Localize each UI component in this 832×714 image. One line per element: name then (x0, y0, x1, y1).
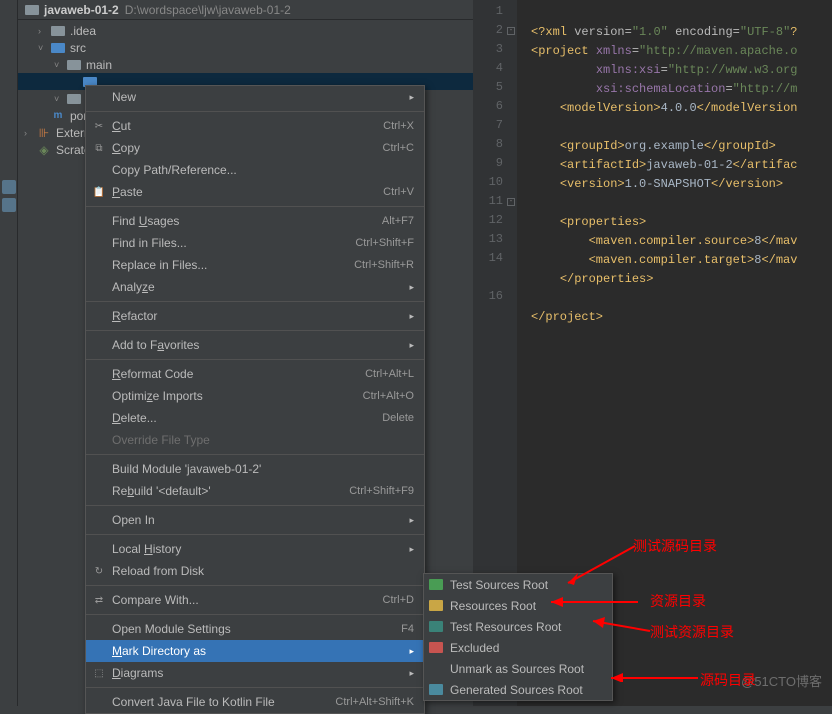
scratches-icon: ◈ (36, 143, 52, 157)
menu-rebuild[interactable]: Rebuild '<default>'Ctrl+Shift+F9 (86, 480, 424, 502)
project-path: D:\wordspace\ljw\javaweb-01-2 (125, 3, 291, 17)
mark-directory-submenu: Test Sources Root Resources Root Test Re… (423, 573, 613, 701)
folder-icon (24, 3, 40, 17)
cut-icon: ✂ (92, 119, 106, 133)
menu-separator (86, 301, 424, 302)
tool-icon[interactable] (2, 198, 16, 212)
submenu-excluded[interactable]: Excluded (424, 637, 612, 658)
chevron-right-icon: ▸ (409, 515, 414, 526)
menu-override: Override File Type (86, 429, 424, 451)
menu-convert-kotlin[interactable]: Convert Java File to Kotlin FileCtrl+Alt… (86, 691, 424, 713)
chevron-down-icon[interactable]: ˅ (54, 94, 64, 104)
folder-icon (66, 58, 82, 72)
menu-separator (86, 111, 424, 112)
tree-label: .idea (70, 24, 96, 38)
menu-separator (86, 454, 424, 455)
tree-item-main[interactable]: ˅ main (18, 56, 473, 73)
chevron-down-icon[interactable]: ˅ (38, 43, 48, 53)
generated-icon (429, 684, 443, 695)
folder-icon (50, 41, 66, 55)
fold-icon[interactable]: - (507, 198, 515, 206)
menu-separator (86, 505, 424, 506)
chevron-right-icon: ▸ (409, 92, 414, 103)
menu-compare[interactable]: ⇄Compare With...Ctrl+D (86, 589, 424, 611)
reload-icon: ↻ (92, 564, 106, 578)
submenu-test-resources[interactable]: Test Resources Root (424, 616, 612, 637)
chevron-right-icon: ▸ (409, 282, 414, 293)
chevron-right-icon: ▸ (409, 646, 414, 657)
menu-separator (86, 614, 424, 615)
menu-separator (86, 585, 424, 586)
chevron-down-icon[interactable]: ˅ (54, 60, 64, 70)
test-sources-icon (429, 579, 443, 590)
excluded-icon (429, 642, 443, 653)
submenu-unmark[interactable]: Unmark as Sources Root (424, 658, 612, 679)
menu-add-favorites[interactable]: Add to Favorites▸ (86, 334, 424, 356)
menu-separator (86, 330, 424, 331)
menu-separator (86, 206, 424, 207)
menu-analyze[interactable]: Analyze▸ (86, 276, 424, 298)
menu-separator (86, 534, 424, 535)
resources-icon (429, 600, 443, 611)
menu-optimize[interactable]: Optimize ImportsCtrl+Alt+O (86, 385, 424, 407)
menu-delete[interactable]: Delete...Delete (86, 407, 424, 429)
title-bar: javaweb-01-2 D:\wordspace\ljw\javaweb-01… (18, 0, 473, 20)
tool-window-bar (0, 0, 18, 706)
menu-local-history[interactable]: Local History▸ (86, 538, 424, 560)
annotation-src: 源码目录 (700, 670, 756, 690)
compare-icon: ⇄ (92, 593, 106, 607)
menu-find-usages[interactable]: Find UsagesAlt+F7 (86, 210, 424, 232)
annotation-test-src: 测试源码目录 (633, 536, 717, 556)
tree-label: src (70, 41, 86, 55)
menu-diagrams[interactable]: ⬚Diagrams▸ (86, 662, 424, 684)
tree-item-src[interactable]: ˅ src (18, 39, 473, 56)
fold-icon[interactable]: - (507, 27, 515, 35)
chevron-right-icon: ▸ (409, 311, 414, 322)
copy-icon: ⧉ (92, 141, 106, 155)
menu-replace-in-files[interactable]: Replace in Files...Ctrl+Shift+R (86, 254, 424, 276)
folder-icon (50, 24, 66, 38)
menu-separator (86, 359, 424, 360)
submenu-resources[interactable]: Resources Root (424, 595, 612, 616)
menu-open-module[interactable]: Open Module SettingsF4 (86, 618, 424, 640)
maven-icon: m (50, 109, 66, 123)
chevron-icon[interactable]: › (24, 128, 34, 138)
annotation-resources: 资源目录 (650, 591, 706, 611)
project-name: javaweb-01-2 (44, 3, 119, 17)
tool-icon[interactable] (2, 180, 16, 194)
menu-copy[interactable]: ⧉CopyCtrl+C (86, 137, 424, 159)
menu-mark-directory[interactable]: Mark Directory as▸ (86, 640, 424, 662)
menu-find-in-files[interactable]: Find in Files...Ctrl+Shift+F (86, 232, 424, 254)
tree-label: main (86, 58, 112, 72)
chevron-right-icon: ▸ (409, 340, 414, 351)
test-resources-icon (429, 621, 443, 632)
menu-open-in[interactable]: Open In▸ (86, 509, 424, 531)
tree-item-idea[interactable]: › .idea (18, 22, 473, 39)
menu-build-module[interactable]: Build Module 'javaweb-01-2' (86, 458, 424, 480)
submenu-test-sources[interactable]: Test Sources Root (424, 574, 612, 595)
context-menu: New▸ ✂CutCtrl+X ⧉CopyCtrl+C Copy Path/Re… (85, 85, 425, 714)
menu-cut[interactable]: ✂CutCtrl+X (86, 115, 424, 137)
menu-copy-path[interactable]: Copy Path/Reference... (86, 159, 424, 181)
menu-new[interactable]: New▸ (86, 86, 424, 108)
folder-icon (66, 92, 82, 106)
menu-reformat[interactable]: Reformat CodeCtrl+Alt+L (86, 363, 424, 385)
library-icon: ⊪ (36, 126, 52, 140)
menu-reload[interactable]: ↻Reload from Disk (86, 560, 424, 582)
menu-separator (86, 687, 424, 688)
diagrams-icon: ⬚ (92, 666, 106, 680)
paste-icon: 📋 (92, 185, 106, 199)
annotation-test-res: 测试资源目录 (650, 622, 734, 642)
menu-paste[interactable]: 📋PasteCtrl+V (86, 181, 424, 203)
chevron-icon[interactable]: › (38, 26, 48, 36)
menu-refactor[interactable]: Refactor▸ (86, 305, 424, 327)
chevron-right-icon: ▸ (409, 544, 414, 555)
submenu-generated[interactable]: Generated Sources Root (424, 679, 612, 700)
chevron-right-icon: ▸ (409, 668, 414, 679)
